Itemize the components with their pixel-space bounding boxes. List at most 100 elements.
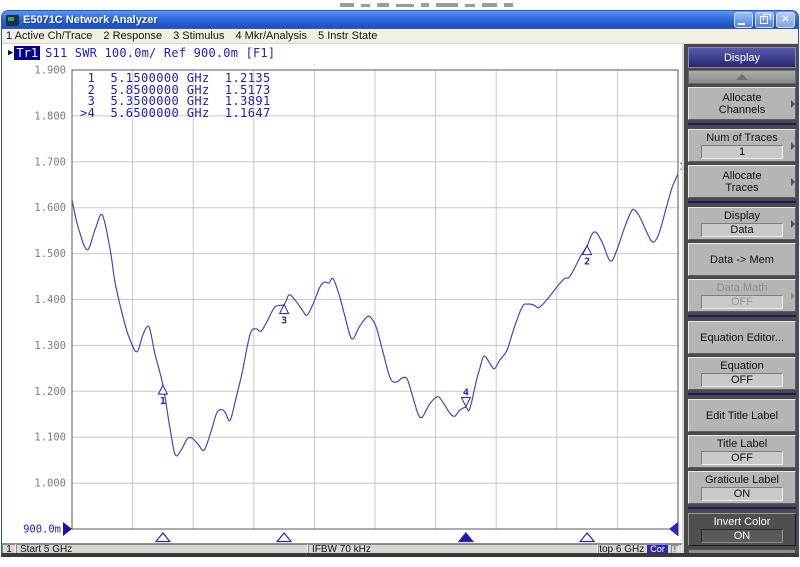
softkey-invert-color[interactable]: Invert ColorON bbox=[688, 513, 796, 546]
graph-panel: ▶ Tr1 S11 SWR 100.0m/ Ref 900.0m [F1] 1 … bbox=[2, 44, 682, 543]
svg-text:3: 3 bbox=[281, 316, 287, 327]
alert-indicator: ! bbox=[671, 545, 679, 555]
reference-pointer-right-icon bbox=[669, 522, 679, 537]
marker-3-stimulus-triangle[interactable] bbox=[277, 533, 291, 542]
minimize-button[interactable] bbox=[734, 12, 753, 28]
softkey-data-math: Data MathOFF bbox=[688, 279, 796, 312]
softkey-label: Data -> Mem bbox=[692, 254, 792, 266]
stop-frequency-segment: Stop 6 GHz Cor ! bbox=[598, 544, 682, 555]
svg-text:1.400: 1.400 bbox=[34, 294, 66, 306]
close-icon: ✕ bbox=[781, 15, 789, 25]
scroll-up-icon bbox=[736, 74, 748, 80]
svg-text:1.000: 1.000 bbox=[34, 478, 66, 490]
softkey-display[interactable]: DisplayData bbox=[688, 207, 796, 240]
softkey-label: Graticule Label bbox=[692, 474, 792, 486]
softkey-value: ON bbox=[701, 529, 783, 543]
trace-label-badge[interactable]: Tr1 bbox=[14, 46, 40, 60]
softkey-equation[interactable]: EquationOFF bbox=[688, 357, 796, 390]
softkey-separator bbox=[688, 123, 796, 125]
minimize-icon bbox=[738, 23, 745, 25]
svg-text:1.100: 1.100 bbox=[34, 432, 66, 444]
title-bar: E5071C Network Analyzer ✕ bbox=[2, 11, 798, 29]
marker-4-stimulus-triangle[interactable] bbox=[459, 533, 473, 542]
softkey-label: Title Label bbox=[692, 438, 792, 450]
softkey-label: Num of Traces bbox=[692, 132, 792, 144]
softkey-label: Equation bbox=[692, 360, 792, 372]
marker-table: 1 5.1500000 GHz 1.2135 2 5.8500000 GHz 1… bbox=[80, 73, 271, 119]
softkey-value: 1 bbox=[701, 145, 783, 159]
softkey-value: ON bbox=[701, 487, 783, 501]
status-bar: 1 Start 5 GHz IFBW 70 kHz Stop 6 GHz Cor… bbox=[2, 543, 682, 555]
softkey-title-label[interactable]: Title LabelOFF bbox=[688, 435, 796, 468]
softkey-label: Allocate Channels bbox=[692, 92, 792, 116]
svg-text:1.300: 1.300 bbox=[34, 340, 66, 352]
marker-1-stimulus-triangle[interactable] bbox=[156, 533, 170, 542]
softkey-menu-title: Display bbox=[688, 47, 796, 68]
submenu-arrow-icon bbox=[791, 220, 795, 228]
softkey-value: OFF bbox=[701, 451, 783, 465]
menu-item-4-mkr-analysis[interactable]: 4 Mkr/Analysis bbox=[235, 30, 307, 42]
submenu-arrow-icon bbox=[791, 178, 795, 186]
softkey-separator bbox=[688, 201, 796, 203]
softkey-buttons: Allocate ChannelsNum of Traces1Allocate … bbox=[688, 87, 796, 549]
marker-2-stimulus-triangle[interactable] bbox=[580, 533, 594, 542]
softkey-sidebar: Display Allocate ChannelsNum of Traces1A… bbox=[682, 44, 798, 555]
menu-item-5-instr-state[interactable]: 5 Instr State bbox=[318, 30, 377, 42]
softkey-label: Equation Editor... bbox=[692, 332, 792, 344]
submenu-arrow-icon bbox=[791, 100, 795, 108]
softkey-separator bbox=[688, 315, 796, 317]
trace-header: ▶ Tr1 S11 SWR 100.0m/ Ref 900.0m [F1] bbox=[8, 46, 275, 60]
softkey-value: Data bbox=[701, 223, 783, 237]
trace-header-text: S11 SWR 100.0m/ Ref 900.0m [F1] bbox=[45, 46, 275, 60]
svg-text:1.200: 1.200 bbox=[34, 386, 66, 398]
softkey-allocate-traces[interactable]: Allocate Traces bbox=[688, 165, 796, 198]
softkey-separator bbox=[688, 393, 796, 395]
menu-bar: 1 Active Ch/Trace 2 Response 3 Stimulus 4 M… bbox=[2, 29, 798, 44]
svg-text:4: 4 bbox=[463, 388, 469, 399]
submenu-arrow-icon bbox=[791, 142, 795, 150]
reference-level-label: 900.0m bbox=[23, 524, 61, 536]
softkey-scroll-down-button[interactable] bbox=[688, 549, 796, 557]
correction-badge: Cor bbox=[647, 545, 668, 554]
marker-2-symbol[interactable]: 2 bbox=[583, 246, 592, 268]
menu-item-1-active-ch-trace[interactable]: 1 Active Ch/Trace bbox=[6, 30, 92, 42]
svg-text:2: 2 bbox=[584, 257, 590, 268]
svg-text:1.600: 1.600 bbox=[34, 202, 66, 214]
restore-button[interactable] bbox=[755, 12, 774, 28]
softkey-edit-title-label[interactable]: Edit Title Label bbox=[688, 399, 796, 432]
marker-3-symbol[interactable]: 3 bbox=[280, 305, 289, 327]
cropped-text-fragments bbox=[340, 0, 513, 7]
close-button[interactable]: ✕ bbox=[776, 12, 795, 28]
start-frequency: Start 5 GHz bbox=[16, 544, 308, 555]
softkey-scroll-up-button[interactable] bbox=[688, 70, 796, 84]
submenu-arrow-icon bbox=[791, 292, 795, 300]
softkey-data-mem[interactable]: Data -> Mem bbox=[688, 243, 796, 276]
softkey-equation-editor[interactable]: Equation Editor... bbox=[688, 321, 796, 354]
channel-indicator: 1 bbox=[2, 544, 16, 555]
marker-4-symbol[interactable]: 4 bbox=[461, 388, 470, 407]
svg-text:1.900: 1.900 bbox=[34, 65, 66, 77]
plot-grid bbox=[72, 70, 678, 529]
softkey-label: Edit Title Label bbox=[692, 410, 792, 422]
marker-table-row-4: >4 5.6500000 GHz 1.1647 bbox=[80, 108, 271, 120]
window-title: E5071C Network Analyzer bbox=[23, 14, 732, 26]
svg-text:1.500: 1.500 bbox=[34, 248, 66, 260]
softkey-graticule-label[interactable]: Graticule LabelON bbox=[688, 471, 796, 504]
softkey-label: Data Math bbox=[692, 282, 792, 294]
graph-column: ▶ Tr1 S11 SWR 100.0m/ Ref 900.0m [F1] 1 … bbox=[2, 44, 682, 555]
menu-item-3-stimulus[interactable]: 3 Stimulus bbox=[173, 30, 224, 42]
softkey-separator bbox=[688, 507, 796, 509]
svg-text:1.800: 1.800 bbox=[34, 110, 66, 122]
stop-frequency: Stop 6 GHz bbox=[598, 544, 644, 555]
app-icon[interactable] bbox=[6, 15, 19, 26]
softkey-value: OFF bbox=[701, 373, 783, 387]
softkey-value: OFF bbox=[701, 295, 783, 309]
menu-item-2-response[interactable]: 2 Response bbox=[103, 30, 162, 42]
ifbw-readout: IFBW 70 kHz bbox=[308, 544, 598, 555]
softkey-num-of-traces[interactable]: Num of Traces1 bbox=[688, 129, 796, 162]
restore-icon bbox=[760, 16, 768, 24]
trace-end-number: 1 bbox=[679, 162, 682, 173]
svg-text:1: 1 bbox=[160, 396, 166, 407]
y-axis-labels: 1.9001.8001.7001.6001.5001.4001.3001.200… bbox=[34, 65, 66, 490]
softkey-allocate-channels[interactable]: Allocate Channels bbox=[688, 87, 796, 120]
